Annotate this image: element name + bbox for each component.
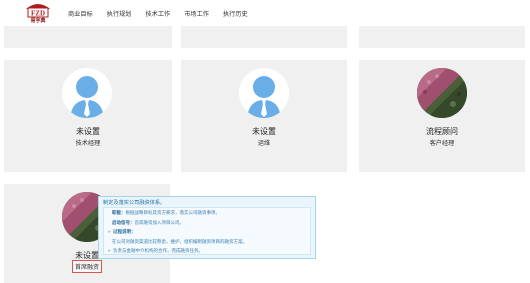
member-role-selected[interactable]: 首席融资	[72, 260, 103, 273]
nav-tech-work[interactable]: 技术工作	[146, 9, 171, 18]
avatar	[417, 68, 467, 118]
default-person-icon	[239, 68, 289, 118]
tooltip-line: » 负责与金融中介机构的合作，完成融资任务。	[108, 248, 203, 254]
member-name: 未设置	[252, 127, 276, 136]
logo-subtitle: 易宇典	[30, 18, 46, 24]
tooltip-line: 在公司对融资渠道比较熟悉，维护，组织编制融资项目的融资方案。	[112, 239, 247, 245]
tooltip-line: » 过程说明：	[108, 229, 136, 235]
tooltip-line-text: 根据战略目标及资方要求，落实公司融资事项。	[125, 210, 221, 215]
landscape-photo-icon	[417, 68, 467, 118]
member-role: 技术经理	[75, 140, 101, 147]
card-partial-2[interactable]	[181, 26, 347, 48]
nav-business-goals[interactable]: 商业目标	[68, 9, 93, 18]
member-name: 未设置	[76, 127, 100, 136]
role-tooltip: 制定及落实公司融资体系。 职能：根据战略目标及资方要求，落实公司融资事项。 启动…	[98, 196, 316, 259]
tooltip-title: 制定及落实公司融资体系。	[103, 200, 166, 206]
member-role: 客户经理	[429, 140, 455, 147]
tooltip-line: 职能：根据战略目标及资方要求，落实公司融资事项。	[112, 210, 220, 216]
tooltip-body: 职能：根据战略目标及资方要求，落实公司融资事项。 启动信号：首席融资加入项目公司…	[103, 207, 311, 255]
member-name: 流程顾问	[426, 127, 458, 136]
top-bar: FZD 易宇典 商业目标 执行规划 技术工作 市场工作 执行历史	[0, 0, 530, 26]
default-person-icon	[62, 68, 112, 118]
member-card[interactable]: 流程顾问 客户经理	[359, 60, 525, 172]
avatar	[62, 68, 112, 118]
main-nav: 商业目标 执行规划 技术工作 市场工作 执行历史	[68, 9, 262, 18]
tooltip-line-label: 启动信号：	[112, 220, 135, 225]
avatar	[239, 68, 289, 118]
nav-execution-history[interactable]: 执行历史	[223, 9, 248, 18]
tooltip-line-label: 过程说明：	[113, 229, 136, 234]
member-card[interactable]: 未设置 运维	[181, 60, 347, 172]
tooltip-line-text: 首席融资加入项目公司。	[134, 220, 185, 225]
tooltip-line-text: 负责与金融中介机构的合作，完成融资任务。	[113, 248, 203, 253]
card-partial-1[interactable]	[4, 26, 172, 48]
member-role: 运维	[257, 140, 271, 147]
nav-market-work[interactable]: 市场工作	[184, 9, 209, 18]
tooltip-line-label: 职能：	[112, 210, 126, 215]
card-partial-3[interactable]	[359, 26, 525, 48]
member-card[interactable]: 未设置 技术经理	[4, 60, 172, 172]
nav-execution-plan[interactable]: 执行规划	[107, 9, 132, 18]
tooltip-line-text: 在公司对融资渠道比较熟悉，维护，组织编制融资项目的融资方案。	[112, 239, 247, 244]
tooltip-line: 启动信号：首席融资加入项目公司。	[112, 220, 184, 226]
